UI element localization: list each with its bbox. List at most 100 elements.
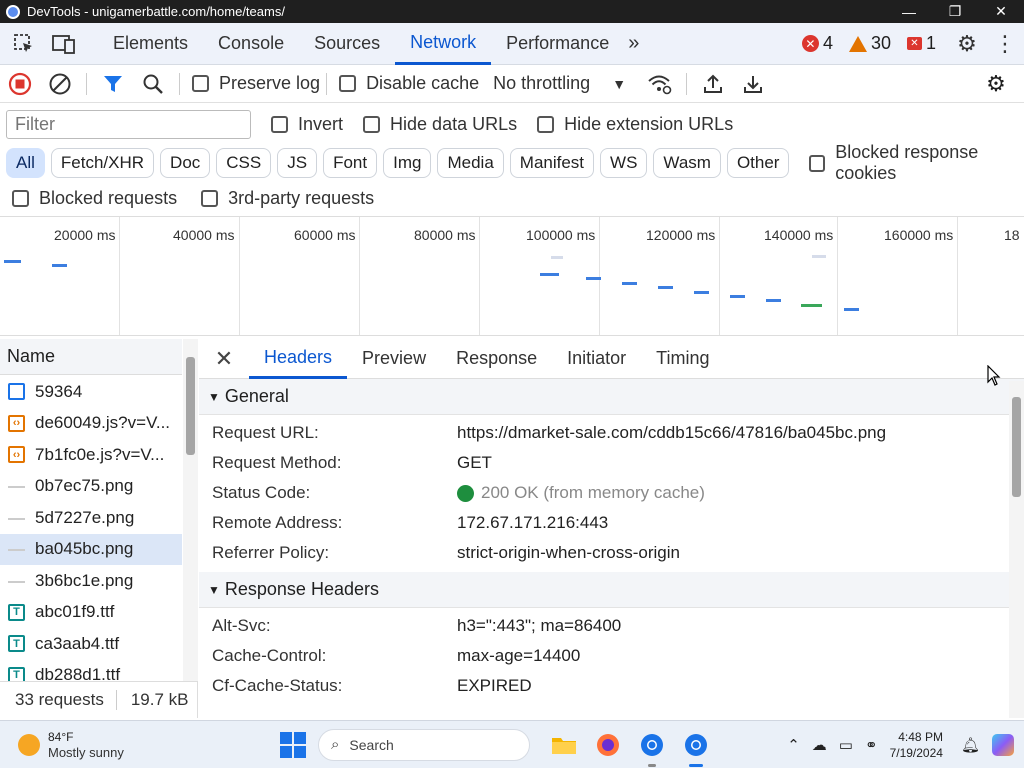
image-icon [8,579,25,583]
scrollbar-thumb[interactable] [1012,397,1021,497]
chevron-up-icon[interactable]: ⌃ [787,736,800,754]
chip-img[interactable]: Img [383,148,432,178]
header-key: Alt-Svc: [212,616,271,635]
filter-funnel-icon[interactable] [93,65,133,103]
maximize-button[interactable]: ❐ [932,0,978,23]
third-party-requests-checkbox[interactable]: 3rd-party requests [201,188,374,209]
chip-wasm[interactable]: Wasm [653,148,721,178]
tab-performance[interactable]: Performance [491,23,624,65]
checkbox-box[interactable] [271,115,288,133]
chip-other[interactable]: Other [726,148,790,178]
more-options-icon[interactable]: ⋮ [986,23,1024,65]
chip-doc[interactable]: Doc [160,148,211,178]
request-row[interactable]: T ca3aab4.ttf [0,628,182,660]
copilot-icon[interactable] [992,733,1014,756]
import-har-upload-icon[interactable] [693,65,733,103]
checkbox-box[interactable] [537,115,555,133]
chrome-icon[interactable] [636,729,668,767]
error-count[interactable]: ✕ 4 [801,33,833,54]
scrollbar-thumb[interactable] [186,357,195,455]
tab-network[interactable]: Network [395,23,492,65]
issue-counters[interactable]: ✕ 4 30 ✕ 1 [801,33,948,54]
header-value: https://dmarket-sale.com/cddb15c66/47816… [457,423,887,442]
blocked-response-cookies-checkbox[interactable]: Blocked response cookies [809,142,1024,184]
request-row[interactable]: T db288d1.ttf [0,660,182,681]
tab-response[interactable]: Response [441,339,552,379]
clear-icon[interactable] [40,65,80,103]
checkbox-box[interactable] [12,189,29,207]
tab-sources[interactable]: Sources [299,23,395,65]
request-row-selected[interactable]: ba045bc.png [0,533,182,565]
mouse-cursor-icon [987,365,1001,386]
name-column-header[interactable]: Name [0,339,182,375]
timeline-tick-label: 100000 ms [526,227,596,243]
blocked-requests-checkbox[interactable]: Blocked requests [12,188,177,209]
checkbox-box[interactable] [201,189,219,207]
checkbox-box[interactable] [363,115,381,133]
invert-checkbox[interactable]: Invert [271,114,343,135]
chip-font[interactable]: Font [323,148,378,178]
devtools-taskbar-icon[interactable] [680,729,712,767]
hide-data-urls-checkbox[interactable]: Hide data URLs [363,114,517,135]
search-icon[interactable] [133,65,173,103]
tab-initiator[interactable]: Initiator [552,339,641,379]
request-row[interactable]: 5d7227e.png [0,502,182,534]
tab-headers[interactable]: Headers [249,339,348,379]
firefox-icon[interactable] [592,729,624,761]
requests-list: 59364 ‹› de60049.js?v=V... ‹› 7b1fc0e.js… [0,376,182,681]
tab-timing[interactable]: Timing [641,339,724,379]
details-scrollbar[interactable] [1009,381,1024,718]
general-section-header[interactable]: ▼ General [199,379,1024,415]
throttling-select[interactable]: No throttling ▼ [493,73,626,94]
windows-start-icon[interactable] [280,731,306,758]
chip-media[interactable]: Media [437,148,504,178]
network-toolbar: Preserve log Disable cache No throttling… [0,65,1024,103]
request-row[interactable]: 59364 [0,376,182,408]
inspect-element-icon[interactable] [8,28,40,60]
weather-widget[interactable]: 84°F Mostly sunny [18,730,218,760]
network-settings-gear-icon[interactable]: ⚙ [976,65,1016,103]
accessibility-icon[interactable]: ⚭ [865,736,878,754]
hide-extension-urls-checkbox[interactable]: Hide extension URLs [537,114,733,135]
device-toolbar-icon[interactable] [48,28,80,60]
request-row[interactable]: ‹› 7b1fc0e.js?v=V... [0,439,182,471]
tab-console[interactable]: Console [203,23,299,65]
tab-preview[interactable]: Preview [347,339,441,379]
disable-cache-checkbox[interactable]: Disable cache [339,73,479,94]
more-tabs-button[interactable]: » [628,32,639,55]
requests-scrollbar[interactable] [183,339,198,681]
chip-ws[interactable]: WS [600,148,648,178]
system-clock[interactable]: 4:48 PM 7/19/2024 [890,729,943,761]
response-headers-section-header[interactable]: ▼ Response Headers [199,572,1024,608]
close-details-icon[interactable]: ✕ [199,339,249,379]
filter-input[interactable] [6,109,251,139]
issues-count[interactable]: ✕ 1 [906,33,936,54]
checkbox-box[interactable] [809,154,826,172]
settings-gear-icon[interactable]: ⚙ [948,23,986,65]
network-icon[interactable]: ☁ [812,736,827,754]
request-row[interactable]: ‹› de60049.js?v=V... [0,408,182,440]
request-row[interactable]: T abc01f9.ttf [0,597,182,629]
checkbox-box[interactable] [339,75,357,92]
tab-elements[interactable]: Elements [98,23,203,65]
file-explorer-icon[interactable] [548,729,580,761]
request-row[interactable]: 0b7ec75.png [0,471,182,503]
taskbar-search-box[interactable]: ⌕ Search [318,728,530,761]
export-har-download-icon[interactable] [733,65,773,103]
chip-js[interactable]: JS [277,148,318,178]
close-window-button[interactable]: ✕ [978,0,1024,23]
record-stop-icon[interactable] [0,65,40,103]
request-row[interactable]: 3b6bc1e.png [0,565,182,597]
network-overview-timeline[interactable]: 20000 ms 40000 ms 60000 ms 80000 ms 1000… [0,216,1024,336]
chip-manifest[interactable]: Manifest [509,148,595,178]
preserve-log-checkbox[interactable]: Preserve log [192,73,320,94]
chip-fetch-xhr[interactable]: Fetch/XHR [50,148,155,178]
notifications-bell-icon[interactable]: 🔔︎ [961,736,980,754]
chip-all[interactable]: All [6,148,45,178]
display-icon[interactable]: ▭ [839,736,853,754]
checkbox-box[interactable] [192,75,209,92]
chip-css[interactable]: CSS [216,148,272,178]
minimize-button[interactable]: — [886,0,932,23]
warning-count[interactable]: 30 [848,33,891,54]
network-conditions-icon[interactable] [640,65,680,103]
